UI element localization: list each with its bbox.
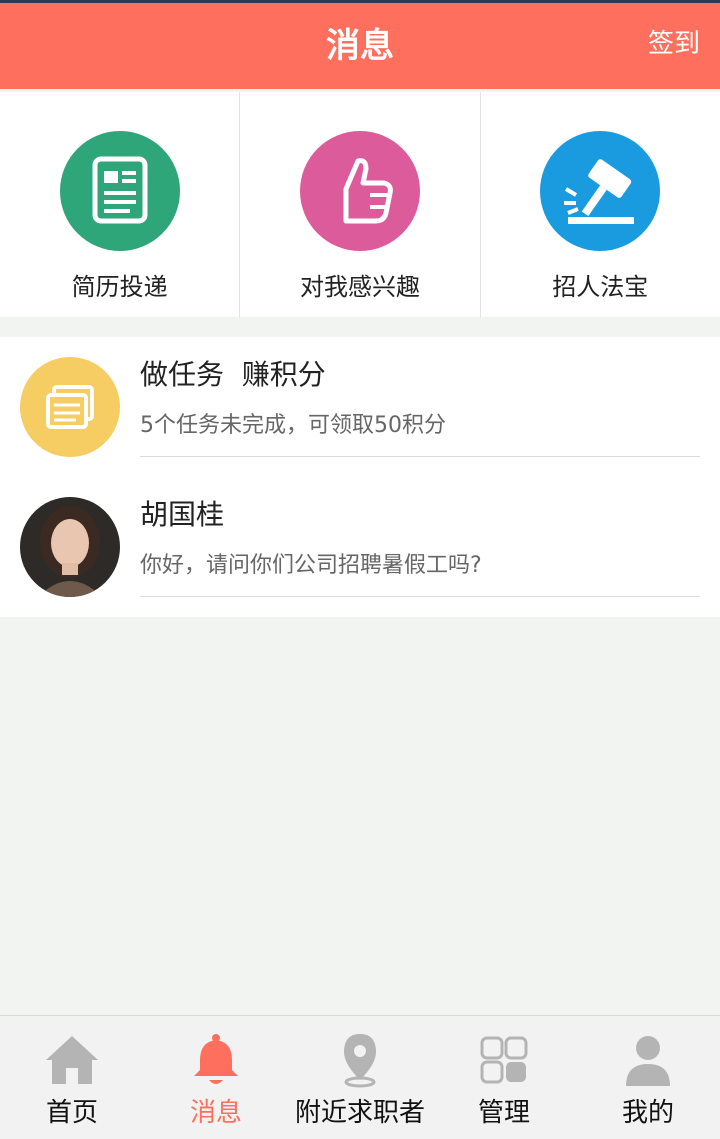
divider — [140, 456, 700, 457]
location-pin-icon — [330, 1030, 390, 1090]
tab-label: 管理 — [477, 1098, 530, 1128]
user-avatar — [20, 497, 120, 597]
bell-icon — [186, 1030, 246, 1090]
quick-actions: 简历投递 对我感兴趣 招人法宝 — [0, 92, 720, 317]
tab-messages[interactable]: 消息 — [144, 1016, 288, 1139]
home-icon — [42, 1030, 102, 1090]
tab-manage[interactable]: 管理 — [432, 1016, 576, 1139]
page-title: 消息 — [326, 26, 394, 66]
message-item-chat[interactable]: 胡国桂 你好，请问你们公司招聘暑假工吗? — [0, 477, 720, 617]
tab-nearby[interactable]: 附近求职者 — [288, 1016, 432, 1139]
thumbs-up-icon — [299, 131, 420, 251]
task-icon — [20, 357, 120, 457]
tab-home[interactable]: 首页 — [0, 1016, 144, 1139]
sign-in-button[interactable]: 签到 — [648, 3, 700, 89]
message-list: 做任务 赚积分 5个任务未完成，可领取50积分 胡国桂 你好，请问你们公司招聘暑… — [0, 337, 720, 617]
app-header: 消息 签到 — [0, 3, 720, 89]
tab-label: 附近求职者 — [294, 1098, 425, 1128]
message-preview: 你好，请问你们公司招聘暑假工吗? — [140, 553, 482, 578]
message-preview: 5个任务未完成，可领取50积分 — [140, 413, 446, 438]
quick-action-interested[interactable]: 对我感兴趣 — [240, 92, 481, 317]
tab-label: 首页 — [45, 1098, 98, 1128]
grid-icon — [474, 1030, 534, 1090]
message-item-tasks[interactable]: 做任务 赚积分 5个任务未完成，可领取50积分 — [0, 337, 720, 477]
divider — [140, 596, 700, 597]
quick-action-hiring-tools[interactable]: 招人法宝 — [481, 92, 720, 317]
quick-action-label: 简历投递 — [71, 273, 168, 301]
quick-action-label: 招人法宝 — [552, 273, 649, 301]
tab-label: 消息 — [189, 1098, 242, 1128]
message-sender: 胡国桂 — [140, 498, 225, 531]
gavel-icon — [540, 131, 661, 251]
quick-action-label: 对我感兴趣 — [299, 273, 420, 301]
quick-action-resume[interactable]: 简历投递 — [0, 92, 241, 317]
tab-profile[interactable]: 我的 — [576, 1016, 720, 1139]
resume-icon — [59, 131, 180, 251]
person-icon — [618, 1030, 678, 1090]
tab-label: 我的 — [621, 1098, 674, 1128]
bottom-tab-bar: 首页 消息 附近求职者 管理 我的 — [0, 1015, 720, 1139]
message-title: 做任务 赚积分 — [140, 358, 326, 391]
